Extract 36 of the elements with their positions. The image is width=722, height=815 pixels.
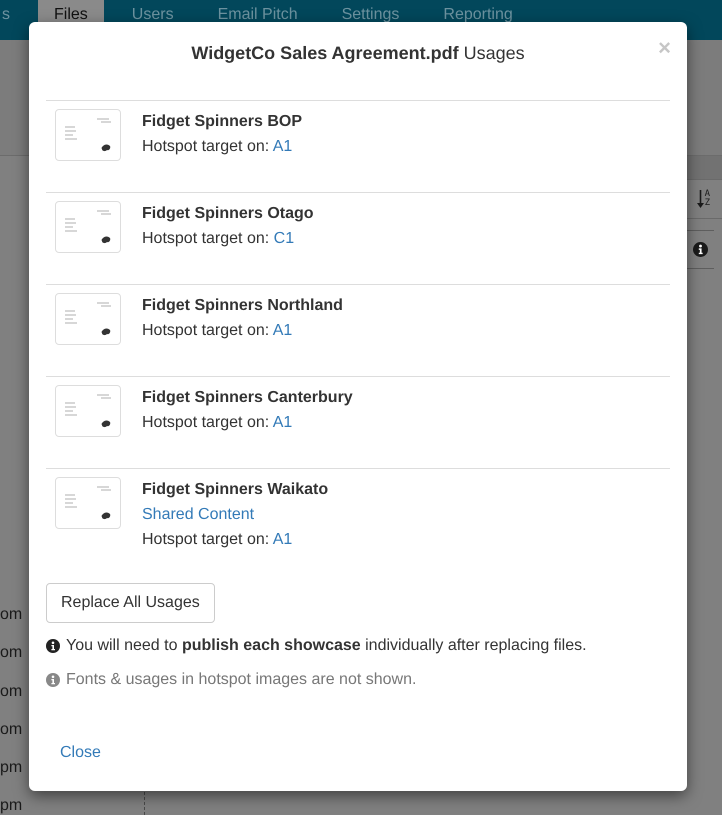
document-thumbnail-drawing bbox=[55, 477, 121, 529]
showcase-name: Fidget Spinners Northland bbox=[142, 296, 343, 316]
nav-tab[interactable]: s bbox=[0, 0, 26, 40]
dialog-title: WidgetCo Sales Agreement.pdf Usages bbox=[191, 42, 525, 64]
hotspot-target-text: Hotspot target on: A1 bbox=[142, 530, 294, 550]
replace-all-button[interactable]: Replace All Usages bbox=[46, 583, 215, 623]
time-text: om bbox=[0, 644, 22, 662]
note-text: Fonts & usages in hotspot images are not shown. bbox=[66, 670, 416, 690]
showcase-name: Fidget Spinners Canterbury bbox=[142, 388, 353, 408]
hotspot-target-text: Hotspot target on: A1 bbox=[142, 413, 294, 433]
shared-content-link[interactable]: Shared Content bbox=[142, 502, 328, 527]
showcase-name: Fidget Spinners Waikato bbox=[142, 480, 328, 500]
target-link[interactable]: C1 bbox=[274, 230, 294, 247]
document-thumbnail-drawing bbox=[55, 385, 121, 437]
target-link[interactable]: A1 bbox=[272, 531, 292, 548]
hotspot-target-text: Hotspot target on: C1 bbox=[142, 229, 296, 249]
info-icon bbox=[46, 673, 60, 687]
info-icon bbox=[693, 242, 708, 257]
close-link[interactable]: Close bbox=[44, 733, 117, 773]
document-thumbnail-drawing bbox=[55, 109, 121, 161]
info-icon bbox=[46, 639, 60, 653]
document-thumbnail-drawing bbox=[55, 293, 121, 345]
target-link[interactable]: A1 bbox=[272, 138, 292, 155]
showcase-name: Fidget Spinners BOP bbox=[142, 112, 302, 132]
target-link[interactable]: A1 bbox=[272, 322, 292, 339]
showcase-name: Fidget Spinners Otago bbox=[142, 204, 314, 224]
document-thumbnail-drawing bbox=[55, 201, 121, 253]
time-text: om bbox=[0, 720, 22, 738]
time-text: om bbox=[0, 606, 22, 623]
time-text: pm bbox=[0, 759, 22, 776]
target-link[interactable]: A1 bbox=[272, 414, 292, 431]
hotspot-target-text: Hotspot target on: A1 bbox=[142, 137, 294, 157]
time-text: om bbox=[0, 682, 22, 700]
time-text: pm bbox=[0, 797, 22, 814]
note-text: You will need to publish each showcase individually after replacing files. bbox=[66, 636, 587, 656]
hotspot-target-text: Hotspot target on: A1 bbox=[142, 321, 294, 341]
